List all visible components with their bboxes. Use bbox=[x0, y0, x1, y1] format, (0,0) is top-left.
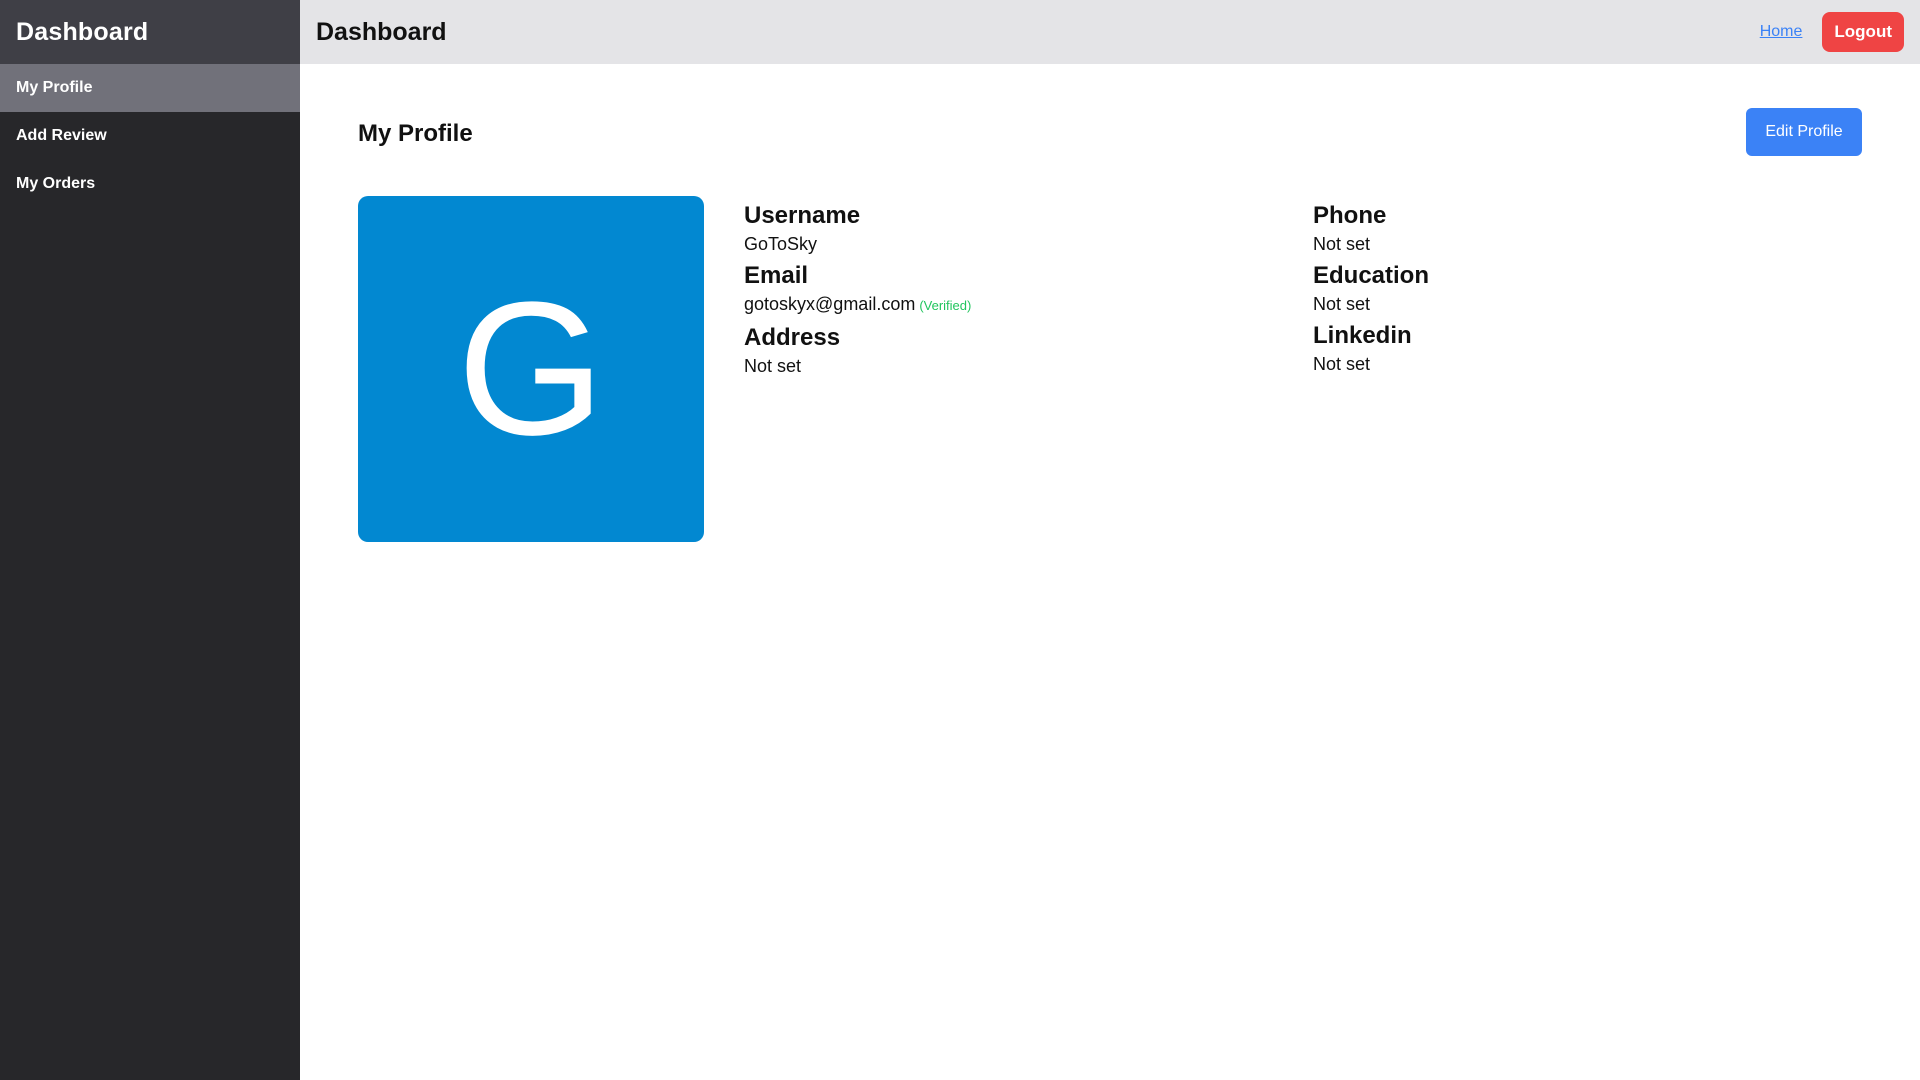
profile-row: G Username GoToSky Email gotoskyx@gmail.… bbox=[358, 196, 1862, 542]
avatar-letter: G bbox=[457, 263, 605, 475]
home-link[interactable]: Home bbox=[1760, 23, 1803, 41]
phone-field: Phone Not set bbox=[1313, 200, 1713, 256]
page-header-title: Dashboard bbox=[316, 17, 447, 46]
address-label: Address bbox=[744, 324, 841, 351]
email-value: gotoskyx@gmail.com bbox=[744, 294, 916, 314]
address-value: Not set bbox=[744, 356, 802, 376]
avatar: G bbox=[358, 196, 704, 542]
profile-details: Username GoToSky Email gotoskyx@gmail.co… bbox=[744, 200, 1713, 542]
email-label: Email bbox=[744, 262, 809, 289]
username-value: GoToSky bbox=[744, 234, 818, 254]
address-field: Address Not set bbox=[744, 322, 1313, 378]
phone-label: Phone bbox=[1313, 202, 1387, 229]
details-column-right: Phone Not set Education Not set Linkedin… bbox=[1313, 200, 1713, 542]
edit-profile-button[interactable]: Edit Profile bbox=[1746, 108, 1862, 156]
sidebar: Dashboard My Profile Add Review My Order… bbox=[0, 0, 300, 1080]
education-value: Not set bbox=[1313, 294, 1371, 314]
profile-content: My Profile Edit Profile G Username GoToS… bbox=[300, 64, 1920, 1080]
topbar: Dashboard Home Logout bbox=[300, 0, 1920, 64]
education-field: Education Not set bbox=[1313, 260, 1713, 316]
sidebar-item-my-orders[interactable]: My Orders bbox=[0, 160, 300, 208]
details-column-left: Username GoToSky Email gotoskyx@gmail.co… bbox=[744, 200, 1313, 542]
verified-badge: (Verified) bbox=[919, 298, 972, 313]
linkedin-value: Not set bbox=[1313, 354, 1371, 374]
username-label: Username bbox=[744, 202, 861, 229]
sidebar-item-add-review[interactable]: Add Review bbox=[0, 112, 300, 160]
sidebar-header: Dashboard bbox=[0, 0, 300, 64]
linkedin-label: Linkedin bbox=[1313, 322, 1412, 349]
email-field: Email gotoskyx@gmail.com (Verified) bbox=[744, 260, 1313, 318]
content-header: My Profile Edit Profile bbox=[358, 108, 1862, 156]
topbar-actions: Home Logout bbox=[1760, 12, 1904, 52]
linkedin-field: Linkedin Not set bbox=[1313, 320, 1713, 376]
sidebar-item-my-profile[interactable]: My Profile bbox=[0, 64, 300, 112]
logout-button[interactable]: Logout bbox=[1822, 12, 1904, 52]
main-area: Dashboard Home Logout My Profile Edit Pr… bbox=[300, 0, 1920, 1080]
page-title: My Profile bbox=[358, 120, 473, 147]
app-root: Dashboard My Profile Add Review My Order… bbox=[0, 0, 1920, 1080]
phone-value: Not set bbox=[1313, 234, 1371, 254]
sidebar-title: Dashboard bbox=[16, 17, 149, 46]
username-field: Username GoToSky bbox=[744, 200, 1313, 256]
education-label: Education bbox=[1313, 262, 1430, 289]
email-value-row: gotoskyx@gmail.com (Verified) bbox=[744, 292, 1313, 318]
